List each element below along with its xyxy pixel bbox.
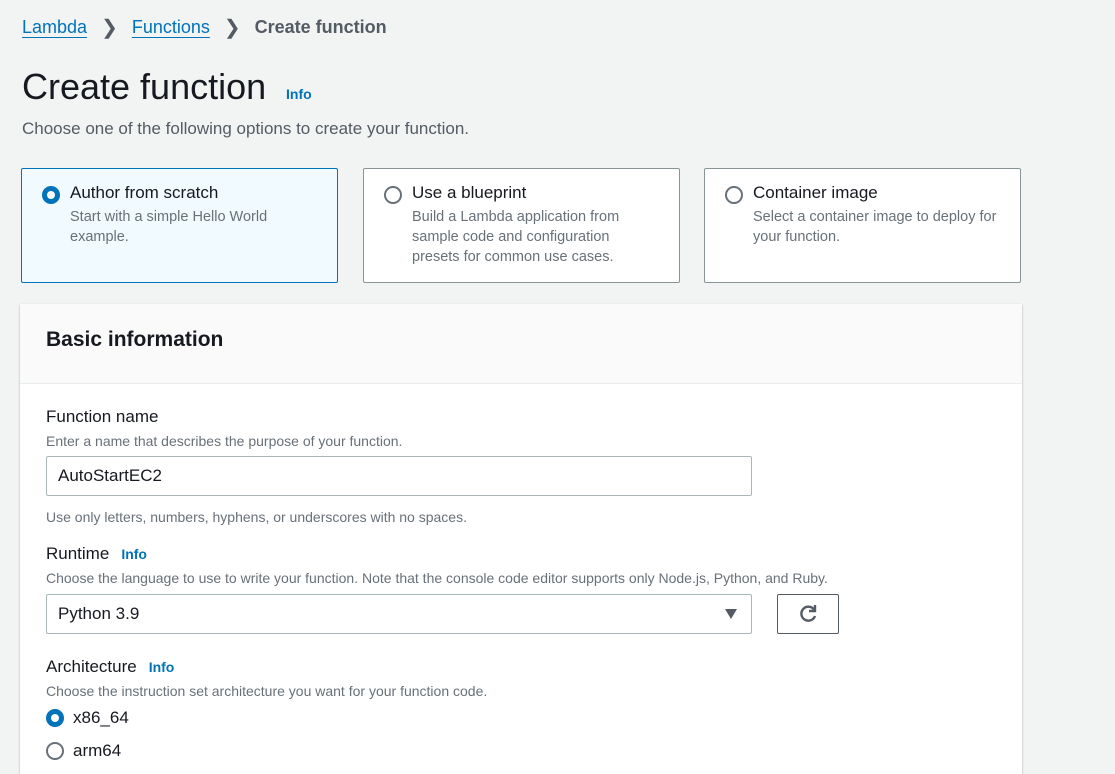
breadcrumb-functions[interactable]: Functions [132,17,210,38]
option-desc: Select a container image to deploy for y… [753,209,997,245]
option-label: x86_64 [73,708,129,727]
radio-selected[interactable] [46,709,64,727]
refresh-icon [800,605,817,622]
architecture-info-link[interactable]: Info [149,659,175,675]
function-name-field: Function name Enter a name that describe… [46,407,402,449]
chevron-right-icon: ❯ [223,17,241,39]
architecture-label: Architecture [46,657,137,676]
function-name-input[interactable]: AutoStartEC2 [46,456,752,496]
runtime-label: Runtime [46,544,110,563]
option-title: Use a blueprint [412,183,527,202]
function-name-hint: Use only letters, numbers, hyphens, or u… [46,509,467,525]
runtime-value: Python 3.9 [58,604,140,623]
function-name-label: Function name [46,407,159,426]
option-use-blueprint[interactable]: Use a blueprint Build a Lambda applicati… [363,168,680,283]
runtime-select[interactable]: Python 3.9 [46,594,752,634]
breadcrumb-lambda[interactable]: Lambda [22,17,87,38]
breadcrumb-current: Create function [254,17,387,37]
option-desc: Build a Lambda application from sample c… [412,209,620,265]
option-title: Container image [753,183,878,202]
function-name-desc: Enter a name that describes the purpose … [46,433,403,449]
architecture-option-arm64[interactable]: arm64 [46,741,121,761]
page-title: Create function [22,66,267,107]
option-author-from-scratch[interactable]: Author from scratch Start with a simple … [21,168,338,283]
radio-unselected[interactable] [725,186,743,204]
basic-information-panel: Basic information Function name Enter a … [20,304,1022,774]
chevron-right-icon: ❯ [101,17,118,39]
option-title: Author from scratch [70,183,219,202]
architecture-field: Architecture Info Choose the instruction … [46,657,487,699]
option-container-image[interactable]: Container image Select a container image… [704,168,1021,283]
option-desc: Start with a simple Hello World example. [70,209,268,245]
panel-header: Basic information [20,304,1022,384]
radio-unselected[interactable] [384,186,402,204]
page-info-link[interactable]: Info [286,86,312,102]
radio-unselected[interactable] [46,742,64,760]
architecture-option-x86[interactable]: x86_64 [46,708,129,728]
refresh-button[interactable] [777,594,839,634]
radio-selected[interactable] [42,186,60,204]
runtime-field: Runtime Info Choose the language to use t… [46,544,828,586]
caret-down-icon [725,609,737,619]
option-label: arm64 [73,741,122,760]
architecture-desc: Choose the instruction set architecture … [46,683,488,699]
runtime-desc: Choose the language to use to write your… [46,570,828,586]
runtime-info-link[interactable]: Info [121,546,147,562]
breadcrumb: Lambda ❯ Functions ❯ Create function [22,15,387,40]
page-subtitle: Choose one of the following options to c… [22,119,470,138]
